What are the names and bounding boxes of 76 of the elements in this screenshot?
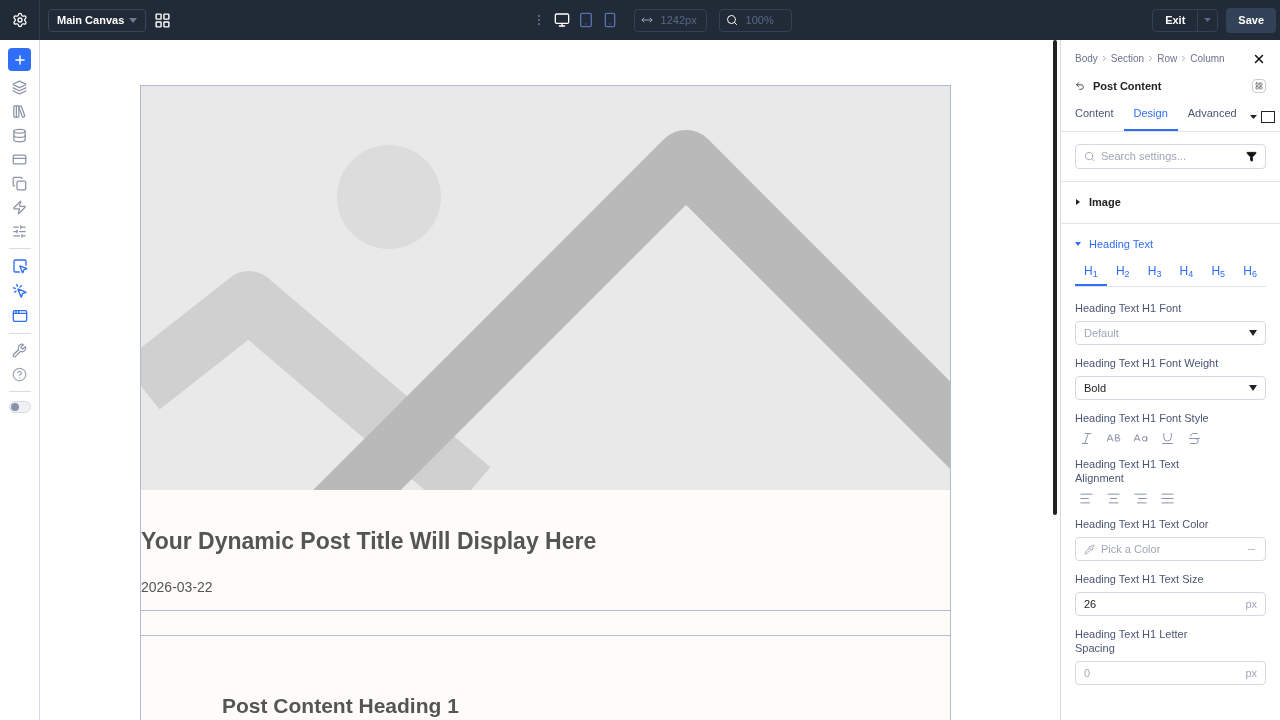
section-header[interactable]: Image: [1075, 194, 1266, 211]
field-label: Heading Text H1 Font Weight: [1075, 356, 1220, 370]
canvas-select[interactable]: Main Canvas: [48, 8, 146, 32]
align-center-icon[interactable]: [1106, 491, 1121, 506]
sliders-icon[interactable]: [12, 224, 27, 239]
width-field[interactable]: 1242px: [633, 8, 707, 32]
heading-level-tab[interactable]: H$_{5}$: [1202, 262, 1235, 286]
save-button[interactable]: Save: [1226, 7, 1276, 33]
field-label: Heading Text H1 Text Color: [1075, 517, 1210, 531]
align-left-icon[interactable]: [1079, 491, 1094, 506]
number-field[interactable]: 0 px: [1075, 661, 1266, 685]
field-label: Heading Text H1 Font: [1075, 301, 1183, 315]
plus-icon: [12, 52, 27, 67]
pointer-icon[interactable]: [11, 258, 28, 274]
post-date: 2026-03-22: [141, 577, 214, 597]
heading-level-tab[interactable]: H$_{6}$: [1234, 262, 1266, 286]
post-title: Your Dynamic Post Title Will Display Here: [141, 527, 598, 556]
align-justify-icon[interactable]: [1160, 491, 1175, 506]
italic-icon[interactable]: [1079, 431, 1094, 446]
caret-icon: [1204, 18, 1212, 22]
element-title: Post Content: [1093, 79, 1163, 94]
desktop-view-icon[interactable]: [553, 12, 570, 28]
select-field[interactable]: Bold: [1075, 376, 1266, 400]
heading-level-tab[interactable]: H$_{2}$: [1106, 262, 1139, 286]
caret-icon[interactable]: [1250, 115, 1257, 119]
panel-tab[interactable]: Advanced: [1177, 102, 1247, 131]
content-heading: Post Content Heading 1: [222, 693, 460, 718]
preview-icon[interactable]: [1261, 111, 1275, 123]
panel-tab[interactable]: Design: [1123, 102, 1178, 131]
field-label: Heading Text H1 Letter Spacing: [1075, 627, 1189, 655]
caret-icon: [1249, 385, 1257, 391]
search-icon: [1084, 151, 1095, 162]
panel-tab[interactable]: Content: [1065, 102, 1124, 131]
caret-icon: [129, 17, 137, 23]
copy-icon[interactable]: [12, 176, 27, 191]
filter-icon[interactable]: [1246, 151, 1257, 162]
field-label: Heading Text H1 Font Style: [1075, 411, 1210, 425]
caret-icon: [1075, 240, 1081, 247]
breadcrumb-link[interactable]: Section: [1110, 51, 1145, 66]
add-button[interactable]: [8, 48, 31, 71]
settings-icon[interactable]: [11, 12, 28, 28]
field-label: Heading Text H1 Text Size: [1075, 572, 1205, 586]
color-field[interactable]: Pick a Color: [1075, 537, 1266, 561]
help-icon[interactable]: [12, 367, 27, 382]
zoom-field[interactable]: 100%: [718, 8, 792, 32]
search-field[interactable]: Search settings...: [1075, 144, 1266, 169]
zoom-icon: [725, 14, 738, 26]
field-label: Heading Text H1 Text Alignment: [1075, 457, 1181, 485]
caret-icon: [1249, 330, 1257, 336]
layout-icon[interactable]: [1252, 79, 1266, 94]
select-field[interactable]: Default: [1075, 321, 1266, 345]
layers-icon[interactable]: [12, 80, 27, 95]
click-icon[interactable]: [11, 283, 28, 299]
caret-icon: [1075, 199, 1081, 206]
underline-icon[interactable]: [1160, 431, 1175, 446]
tablet-view-icon[interactable]: [577, 12, 594, 28]
strikethrough-icon[interactable]: [1187, 431, 1202, 446]
lightning-icon[interactable]: [12, 200, 27, 215]
breadcrumb-link[interactable]: Column: [1190, 51, 1225, 66]
heading-level-tab[interactable]: H$_{4}$: [1170, 262, 1203, 286]
grid-icon[interactable]: [154, 11, 171, 29]
breadcrumb-link[interactable]: Row: [1157, 51, 1178, 66]
card-icon[interactable]: [12, 152, 27, 167]
library-icon[interactable]: [12, 104, 27, 119]
heading-level-tab[interactable]: H$_{3}$: [1138, 262, 1171, 286]
section-header[interactable]: Heading Text: [1075, 235, 1266, 252]
tools-icon[interactable]: [12, 343, 27, 358]
eyedropper-icon: [1084, 543, 1095, 555]
heading-level-tab[interactable]: H$_{1}$: [1075, 262, 1107, 286]
database-icon[interactable]: [12, 128, 27, 143]
back-icon[interactable]: [1075, 81, 1085, 92]
window-icon[interactable]: [11, 308, 28, 324]
theme-toggle[interactable]: [8, 401, 31, 413]
breadcrumb-link[interactable]: Body: [1075, 51, 1098, 66]
number-field[interactable]: 26 px: [1075, 592, 1266, 616]
align-right-icon[interactable]: [1133, 491, 1148, 506]
